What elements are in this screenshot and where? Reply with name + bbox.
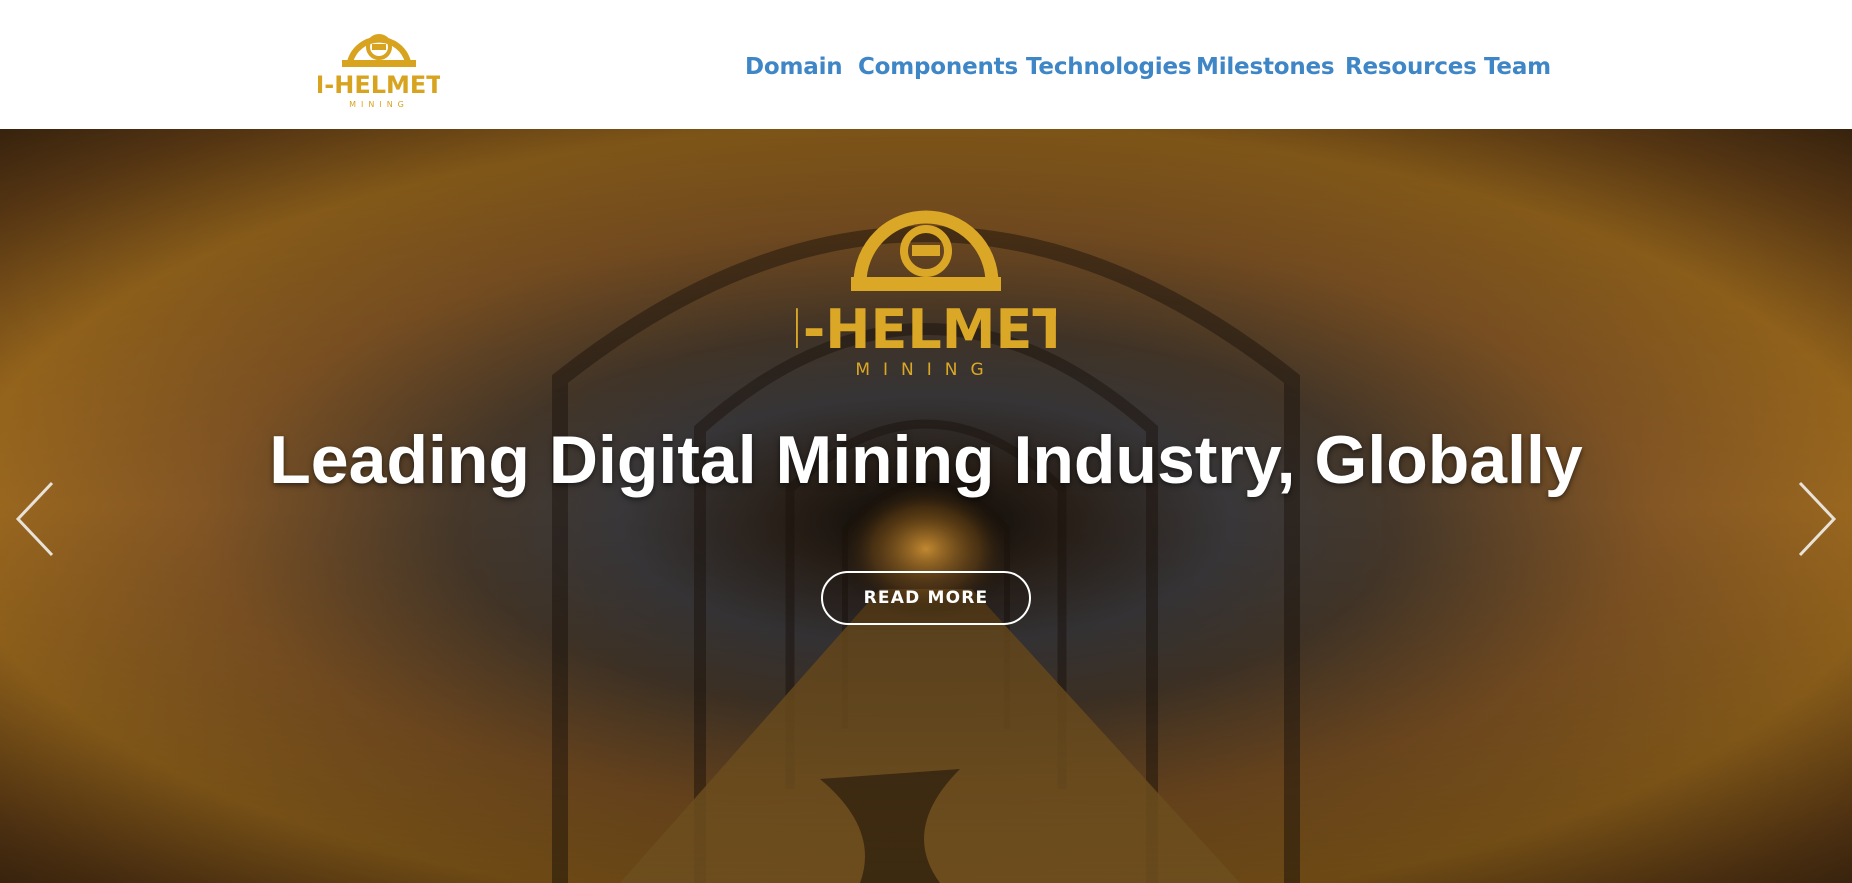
nav-milestones[interactable]: Milestones <box>1196 54 1335 80</box>
hero-logo: I-HELMET MINING <box>796 210 1056 378</box>
hero-headline: Leading Digital Mining Industry, Globall… <box>269 422 1583 498</box>
main-nav: Domain Components Technologies Milestone… <box>0 54 1852 94</box>
hero-slider: I-HELMET MINING Leading Digital Mining I… <box>0 129 1852 883</box>
hero-logo-brand-text: I-HELMET <box>796 298 1056 361</box>
nav-components[interactable]: Components <box>858 54 1018 80</box>
nav-team[interactable]: Team <box>1484 54 1551 80</box>
nav-domain[interactable]: Domain <box>745 54 843 80</box>
chevron-left-icon[interactable] <box>14 479 58 559</box>
hero-logo-tagline-text: MINING <box>855 360 996 378</box>
read-more-button[interactable]: READ MORE <box>821 571 1031 625</box>
logo-tagline-text: MINING <box>349 100 409 108</box>
nav-resources[interactable]: Resources <box>1345 54 1477 80</box>
chevron-right-icon[interactable] <box>1794 479 1838 559</box>
nav-technologies[interactable]: Technologies <box>1026 54 1192 80</box>
site-header: I-HELMET MINING Domain Components Techno… <box>0 0 1852 129</box>
